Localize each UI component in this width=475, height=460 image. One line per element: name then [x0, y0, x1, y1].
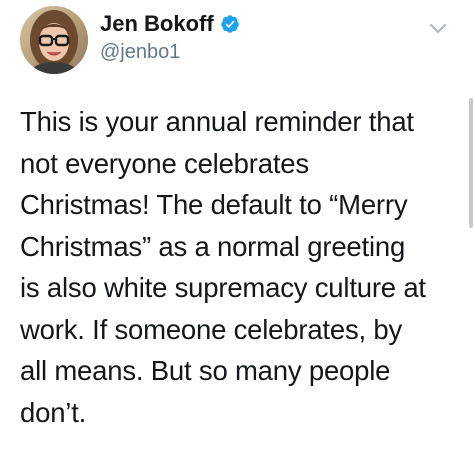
- display-name[interactable]: Jen Bokoff: [100, 10, 214, 38]
- chevron-down-icon[interactable]: [429, 22, 447, 34]
- user-info: Jen Bokoff @jenbo1: [100, 10, 240, 65]
- tweet-text-line: don’t.: [20, 396, 87, 428]
- user-handle[interactable]: @jenbo1: [100, 39, 240, 65]
- tweet-text: This is your annual reminder that not ev…: [20, 101, 460, 433]
- tweet-text-line: work. If someone celebrates, by: [20, 313, 403, 345]
- scrollbar[interactable]: [469, 0, 473, 460]
- tweet-card: Jen Bokoff @jenbo1 This is your annual r…: [0, 0, 475, 460]
- tweet-text-line: is also white supremacy culture at: [20, 272, 426, 303]
- tweet-text-line: not everyone celebrates: [20, 147, 309, 179]
- tweet-text-line: all means. But so many people: [20, 355, 391, 386]
- tweet-text-line: Christmas! The default to “Merry: [20, 189, 408, 220]
- avatar[interactable]: [20, 6, 88, 74]
- tweet-text-line: Christmas” as a normal greeting: [20, 230, 406, 262]
- scrollbar-thumb[interactable]: [469, 98, 473, 228]
- verified-badge-icon: [220, 14, 240, 34]
- profile-photo: [20, 6, 88, 74]
- name-row: Jen Bokoff: [100, 10, 240, 38]
- tweet-text-line: This is your annual reminder that: [20, 106, 414, 137]
